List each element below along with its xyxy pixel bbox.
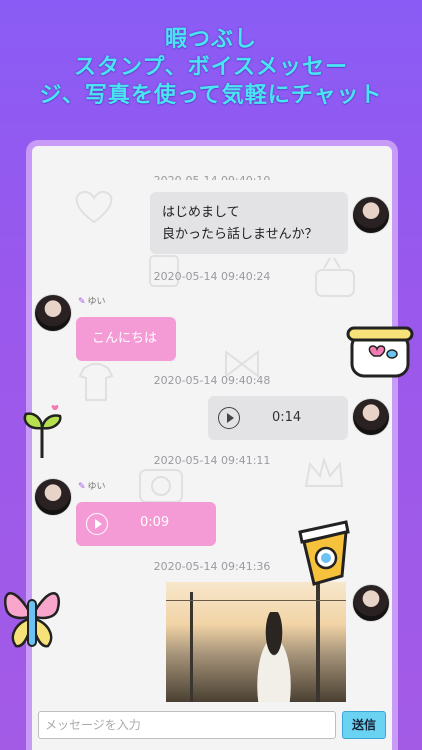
- voice-duration: 0:14: [272, 410, 302, 425]
- photo-person: [248, 612, 300, 702]
- avatar-partner[interactable]: [34, 294, 72, 332]
- headline-line-3: ジ、写真を使って気軽にチャット: [39, 83, 383, 108]
- avatar-self[interactable]: [352, 584, 390, 622]
- voice-message-incoming[interactable]: 0:09: [76, 502, 216, 546]
- message-bubble-outgoing[interactable]: はじめまして 良かったら話しませんか？: [150, 192, 348, 254]
- sender-name-text: ゆい: [87, 482, 106, 492]
- message-text: こんにちは: [92, 331, 158, 346]
- play-icon[interactable]: [218, 407, 240, 429]
- sender-name-text: ゆい: [87, 297, 106, 307]
- send-button[interactable]: 送信: [342, 711, 386, 739]
- avatar-partner[interactable]: [34, 478, 72, 516]
- sender-name: ✎ ゆい: [78, 294, 106, 307]
- pencil-icon: ✎: [78, 297, 86, 307]
- timestamp: 2020-05-14 09:41:11: [153, 454, 271, 467]
- promo-headline: 暇つぶし スタンプ、ボイスメッセー ジ、写真を使って気軽にチャット: [0, 26, 422, 110]
- butterfly-sticker-icon: [3, 592, 61, 648]
- avatar-self[interactable]: [352, 196, 390, 234]
- voice-message-outgoing[interactable]: 0:14: [208, 396, 348, 440]
- chat-screen: 2020-05-14 09:40:10 はじめまして 良かったら話しませんか？ …: [32, 146, 392, 750]
- headline-line-1: 暇つぶし: [164, 27, 257, 52]
- message-input[interactable]: メッセージを入力: [38, 711, 336, 739]
- sprout-sticker-icon: [23, 405, 62, 458]
- sender-name: ✎ ゆい: [78, 479, 106, 492]
- timestamp-partial: 2020-05-14 09:40:10: [32, 174, 392, 180]
- pencil-icon: ✎: [78, 482, 86, 492]
- message-composer: メッセージを入力 送信: [32, 706, 392, 746]
- cup-sticker-icon: [298, 520, 350, 586]
- pot-sticker-icon: [346, 326, 414, 378]
- avatar-self[interactable]: [352, 398, 390, 436]
- image-message[interactable]: [166, 582, 346, 702]
- timestamp: 2020-05-14 09:40:24: [153, 270, 271, 283]
- timestamp: 2020-05-14 09:40:48: [153, 374, 271, 387]
- voice-duration: 0:09: [140, 515, 170, 530]
- message-bubble-incoming[interactable]: こんにちは: [76, 317, 176, 361]
- message-text-line: はじめまして: [162, 205, 240, 220]
- photo-wire: [166, 600, 346, 601]
- message-text-line: 良かったら話しませんか？: [162, 227, 318, 242]
- play-icon[interactable]: [86, 513, 108, 535]
- photo-pole: [190, 592, 193, 702]
- headline-line-2: スタンプ、ボイスメッセー: [73, 55, 349, 80]
- heart-doodle-icon: [75, 190, 113, 224]
